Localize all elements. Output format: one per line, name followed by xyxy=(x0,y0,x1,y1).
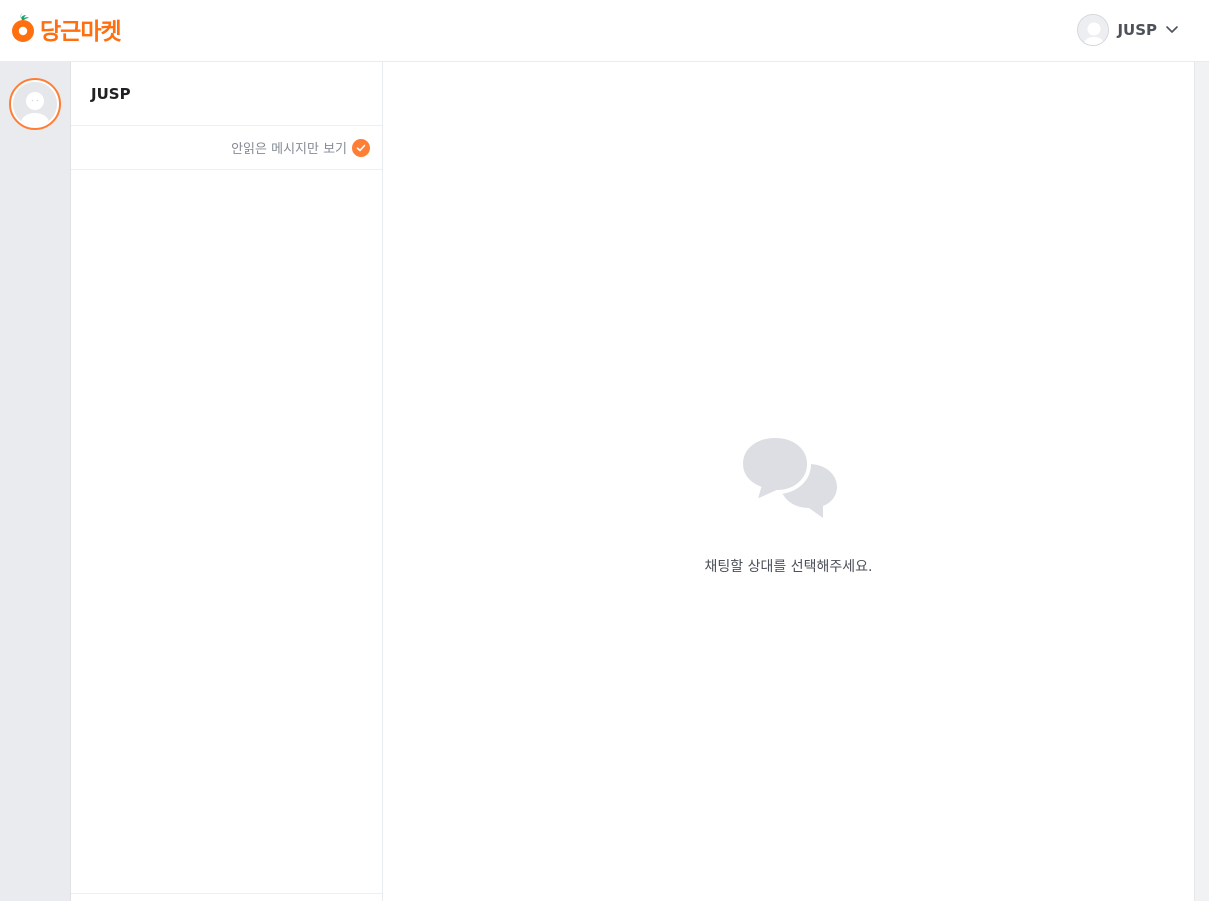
default-profile-icon xyxy=(13,82,57,126)
unread-filter-label[interactable]: 안읽은 메시지만 보기 xyxy=(231,138,347,157)
default-profile-icon xyxy=(1077,14,1110,46)
header-user-name: JUSP xyxy=(1117,21,1157,39)
chat-list-footer xyxy=(71,893,382,901)
unread-filter-row: 안읽은 메시지만 보기 xyxy=(71,126,382,170)
page-scrollbar[interactable] xyxy=(1194,62,1209,901)
account-avatar[interactable] xyxy=(9,78,61,130)
chat-list-header: JUSP xyxy=(71,62,382,126)
check-circle-icon[interactable] xyxy=(352,138,370,157)
account-rail xyxy=(0,62,71,901)
empty-state-message: 채팅할 상대를 선택해주세요. xyxy=(704,559,873,575)
chat-list-panel: JUSP 안읽은 메시지만 보기 xyxy=(71,62,383,901)
chat-bubbles-icon xyxy=(738,433,839,522)
chevron-down-icon xyxy=(1165,21,1179,40)
logo-link[interactable]: 당근마켓 xyxy=(10,10,122,48)
top-header: 당근마켓 JUSP xyxy=(0,0,1209,62)
user-menu[interactable]: JUSP xyxy=(1077,14,1179,46)
logo-text: 당근마켓 xyxy=(40,19,122,45)
empty-state: 채팅할 상대를 선택해주세요. xyxy=(383,433,1194,576)
chat-main-area: 채팅할 상대를 선택해주세요. xyxy=(383,62,1194,901)
chat-list-title: JUSP xyxy=(91,84,131,103)
carrot-icon xyxy=(10,10,36,48)
